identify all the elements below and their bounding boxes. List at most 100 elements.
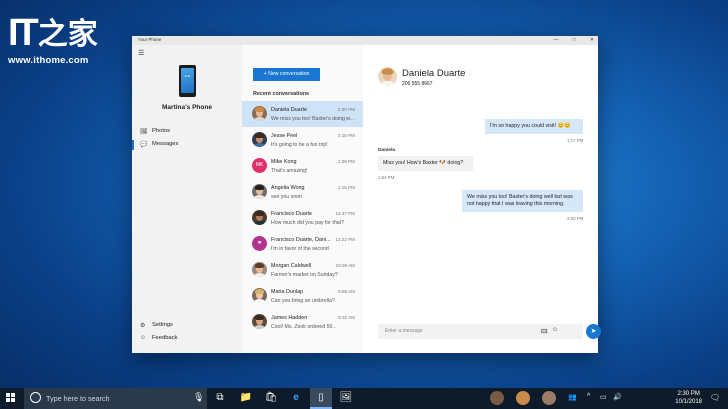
conversation-item[interactable]: Francisco Duarte 12:47 PM How much did y…: [242, 205, 363, 231]
conversation-item[interactable]: Maria Dunlap 9:55 AM Can you bring an um…: [242, 283, 363, 309]
phone-icon: ▯: [318, 392, 324, 403]
conversation-time: 12:47 PM: [335, 211, 355, 216]
conversation-name: Francisco Duarte, Dani...: [271, 237, 331, 243]
conversation-preview: That's amazing!: [271, 168, 308, 174]
nav-item-photos[interactable]: 🖼 Photos: [132, 126, 242, 138]
message-time: 1:54 PM: [378, 175, 395, 180]
avatar: [252, 314, 267, 329]
search-placeholder: Type here to search: [46, 394, 110, 403]
nav-item-feedback[interactable]: ☺ Feedback: [132, 333, 242, 345]
ithome-logo: IT 之家: [8, 12, 98, 54]
your-phone-window: Your Phone — □ ✕ ☰ 9:41 Martina's Phone …: [132, 36, 601, 353]
conversation-time: 9:55 AM: [338, 289, 355, 294]
nav-item-messages[interactable]: 💬 Messages: [132, 139, 242, 151]
conversation-name: Angelia Wong: [271, 185, 305, 191]
nav-item-label: Photos: [152, 128, 171, 134]
store-icon[interactable]: 🛍: [264, 391, 278, 405]
photos-icon: 🖼: [140, 129, 148, 135]
message-time: 1:17 PM: [567, 138, 584, 143]
notification-icon[interactable]: 🗨: [710, 393, 720, 402]
chat-pane: Daniela Duarte 206 555 8667 I'm so happy…: [363, 45, 601, 353]
your-phone-taskbar-button[interactable]: ▯: [310, 388, 332, 409]
recent-conversations-heading: Recent conversations: [253, 91, 310, 97]
taskbar-clock[interactable]: 2:30 PM 10/1/2018: [675, 390, 702, 406]
conversation-time: 1:15 PM: [337, 185, 355, 190]
conversation-item[interactable]: Morgan Caldwell 10:39 AM Farmer's market…: [242, 257, 363, 283]
conversation-preview: Can you bring an umbrella?: [271, 298, 335, 304]
cortana-icon: [30, 392, 41, 403]
conversation-time: 9:32 AM: [338, 315, 355, 320]
phone-name: Martina's Phone: [162, 104, 212, 111]
phone-screen-time: 9:41: [184, 74, 191, 78]
phone-illustration: 9:41: [179, 65, 196, 97]
image-icon[interactable]: 🖾: [541, 327, 548, 337]
avatar: [252, 106, 267, 121]
conversation-time: 2:30 PM: [337, 107, 355, 112]
title-bar: Your Phone — □ ✕: [132, 36, 598, 45]
edge-icon[interactable]: e: [289, 391, 303, 405]
conversation-item[interactable]: Jesse Peel 2:15 PM It's going to be a fu…: [242, 127, 363, 153]
conversation-time: 2:15 PM: [337, 133, 355, 138]
conversation-preview: I'm in favor of the second: [271, 246, 329, 252]
conversation-name: Jesse Peel: [271, 133, 298, 139]
conversation-time: 12:22 PM: [335, 237, 355, 242]
conversation-name: Francisco Duarte: [271, 211, 313, 217]
clock-time: 2:30 PM: [677, 391, 700, 397]
conversation-name: Maria Dunlap: [271, 289, 304, 295]
window-title: Your Phone: [138, 37, 162, 42]
avatar: [252, 132, 267, 147]
nav-item-label: Messages: [152, 141, 179, 147]
close-button[interactable]: ✕: [586, 36, 598, 45]
group-icon: ⚭: [252, 236, 267, 251]
hamburger-menu-icon[interactable]: ☰: [138, 49, 144, 57]
minimize-button[interactable]: —: [550, 36, 562, 45]
people-avatar[interactable]: [542, 391, 556, 405]
contact-number: 206 555 8667: [402, 81, 433, 87]
message-bubble-incoming: Miss you! How's Baxter 🐶 doing?: [378, 156, 473, 172]
photos-app-icon[interactable]: 🖼: [339, 391, 353, 405]
conversation-item[interactable]: Daniela Duarte 2:30 PM We miss you too! …: [242, 101, 363, 127]
message-bubble-outgoing: We miss you too! Baxter's doing well but…: [462, 190, 583, 213]
gear-icon: ⚙: [140, 323, 146, 329]
emoji-icon[interactable]: ☺: [552, 327, 558, 333]
microphone-icon[interactable]: 🎙: [193, 392, 204, 403]
contact-avatar: [378, 67, 397, 86]
message-bubble-outgoing: I'm so happy you could visit! 😊😊: [485, 119, 583, 135]
feedback-icon: ☺: [140, 335, 147, 341]
nav-item-label: Feedback: [152, 335, 178, 341]
new-conversation-button[interactable]: + New conversation: [253, 68, 320, 81]
left-nav-pane: ☰ 9:41 Martina's Phone 🖼 Photos 💬 Messag…: [132, 45, 242, 353]
avatar: [252, 288, 267, 303]
conversation-item[interactable]: ⚭ Francisco Duarte, Dani... 12:22 PM I'm…: [242, 231, 363, 257]
volume-icon[interactable]: 🔊: [613, 393, 622, 401]
conversation-time: 10:39 AM: [335, 263, 355, 268]
conversation-item[interactable]: Angelia Wong 1:15 PM see you soon: [242, 179, 363, 205]
conversation-item[interactable]: James Hadden 9:32 AM Cool! Ms. Zenk orde…: [242, 309, 363, 335]
avatar: [252, 262, 267, 277]
people-avatar[interactable]: [490, 391, 504, 405]
taskbar-search-box[interactable]: Type here to search 🎙: [24, 388, 207, 409]
maximize-button[interactable]: □: [568, 36, 580, 45]
contact-name: Daniela Duarte: [402, 68, 466, 79]
clock-date: 10/1/2018: [675, 399, 702, 405]
message-input[interactable]: Enter a message 🖾 ☺: [378, 324, 583, 339]
messages-icon: 💬: [140, 142, 148, 148]
conversation-preview: It's going to be a fun trip!: [271, 142, 328, 148]
conversation-item[interactable]: MK Mike Kong 1:38 PM That's amazing!: [242, 153, 363, 179]
message-input-placeholder: Enter a message: [385, 328, 423, 334]
file-explorer-icon[interactable]: 📁: [239, 391, 253, 405]
conversation-time: 1:38 PM: [337, 159, 355, 164]
send-icon[interactable]: ➤: [586, 324, 601, 339]
message-time: 2:00 PM: [567, 216, 584, 221]
taskbar: Type here to search 🎙 ⧉ 📁 🛍 e ▯ 🖼 👥 ^ ▭ …: [0, 388, 728, 409]
network-icon[interactable]: ▭: [600, 393, 607, 401]
conversation-name: James Hadden: [271, 315, 308, 321]
people-icon[interactable]: 👥: [568, 393, 577, 401]
nav-item-settings[interactable]: ⚙ Settings: [132, 320, 242, 332]
chevron-up-icon[interactable]: ^: [587, 393, 590, 400]
task-view-icon[interactable]: ⧉: [213, 391, 227, 405]
people-avatar[interactable]: [516, 391, 530, 405]
conversation-preview: Farmer's market on Sunday?: [271, 272, 338, 278]
avatar: [252, 210, 267, 225]
conversation-preview: How much did you pay for that?: [271, 220, 344, 226]
